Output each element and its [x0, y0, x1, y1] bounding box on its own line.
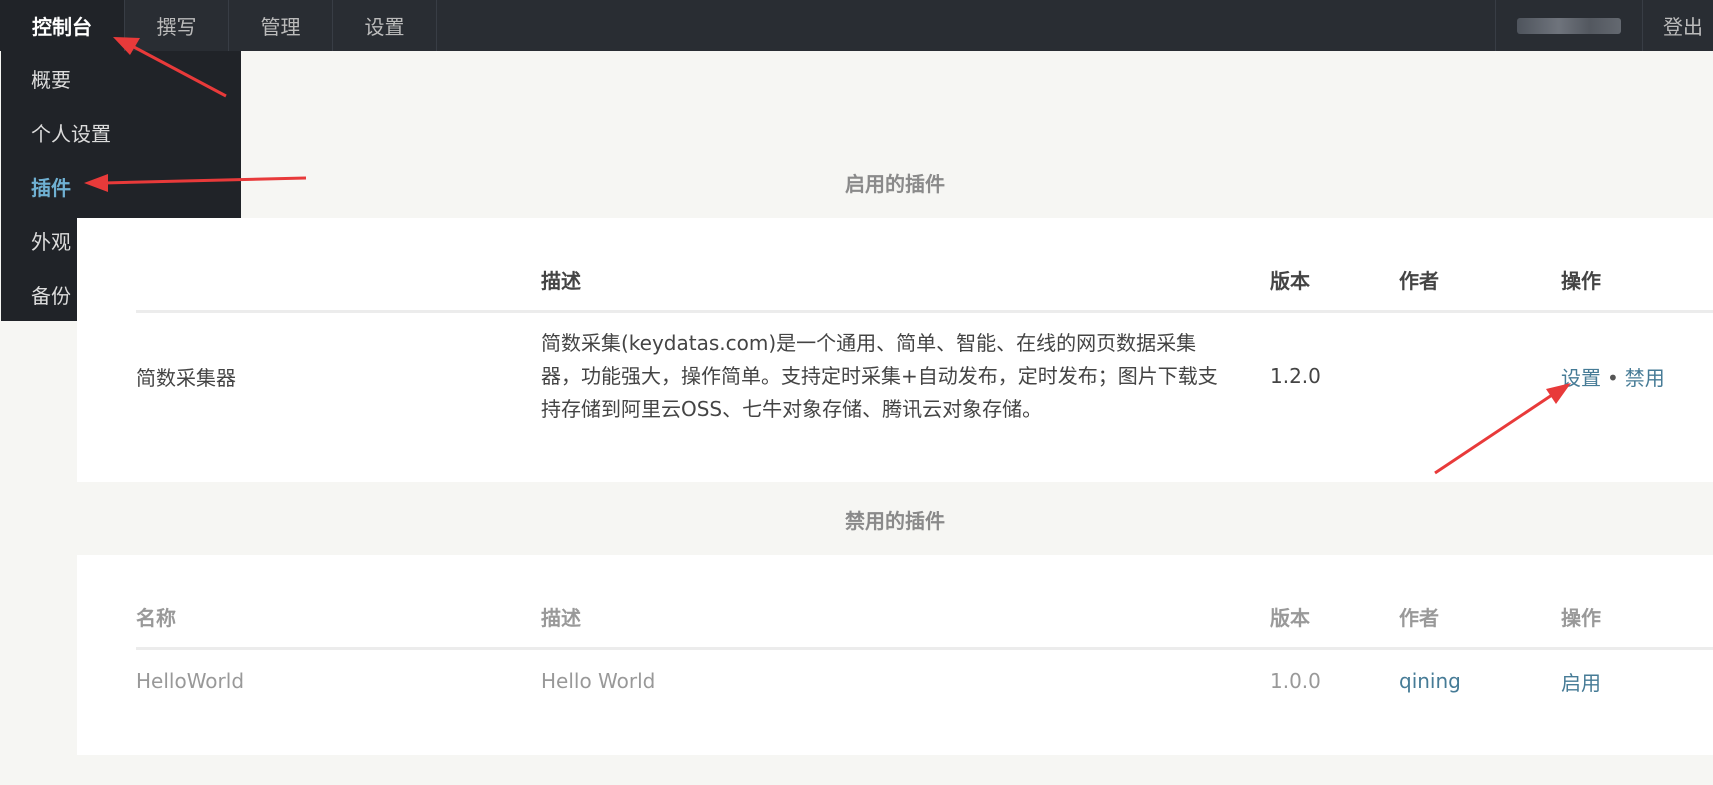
- plugin-description: Hello World: [541, 669, 656, 694]
- disabled-plugins-table: 名称 描述 版本 作者 操作 HelloWorld Hello World 1.…: [136, 585, 1713, 713]
- col-name-header: 名称: [136, 585, 541, 650]
- tab-settings[interactable]: 设置: [333, 0, 437, 51]
- plugin-actions: 启用: [1561, 649, 1713, 713]
- enabled-plugins-panel: 描述 版本 作者 操作 简数采集器 简数采集(keydatas.com)是一个通…: [77, 218, 1713, 482]
- plugin-name: HelloWorld: [136, 669, 245, 694]
- plugin-author: [1399, 312, 1561, 440]
- tab-write[interactable]: 撰写: [125, 0, 229, 51]
- col-version-header: 版本: [1270, 248, 1399, 313]
- col-author-header: 作者: [1399, 248, 1561, 313]
- table-row: 简数采集器 简数采集(keydatas.com)是一个通用、简单、智能、在线的网…: [136, 312, 1713, 440]
- menu-item-profile[interactable]: 个人设置: [1, 105, 241, 159]
- enable-link[interactable]: 启用: [1561, 671, 1601, 695]
- col-actions-header: 操作: [1561, 585, 1713, 650]
- menu-item-overview[interactable]: 概要: [1, 51, 241, 105]
- author-link[interactable]: qining: [1399, 669, 1461, 693]
- logout-link[interactable]: 登出: [1643, 0, 1713, 51]
- user-profile-link[interactable]: [1495, 0, 1643, 51]
- action-separator: •: [1607, 365, 1619, 390]
- plugin-version: 1.2.0: [1270, 364, 1321, 389]
- blurred-username: [1517, 17, 1621, 34]
- plugin-name: 简数采集器: [136, 365, 236, 390]
- enabled-plugins-title: 启用的插件: [845, 172, 945, 196]
- plugin-description: 简数采集(keydatas.com)是一个通用、简单、智能、在线的网页数据采集器…: [541, 330, 1218, 421]
- enabled-plugins-table: 描述 版本 作者 操作 简数采集器 简数采集(keydatas.com)是一个通…: [136, 248, 1713, 440]
- tab-manage[interactable]: 管理: [229, 0, 333, 51]
- settings-link[interactable]: 设置: [1561, 366, 1601, 390]
- col-actions-header: 操作: [1561, 248, 1713, 313]
- tab-dashboard[interactable]: 控制台: [0, 0, 125, 51]
- top-nav: 控制台 撰写 管理 设置 登出: [0, 0, 1713, 51]
- plugin-actions: 设置 • 禁用: [1561, 312, 1713, 440]
- table-header-row: 名称 描述 版本 作者 操作: [136, 585, 1713, 650]
- disabled-plugins-title: 禁用的插件: [845, 509, 945, 533]
- table-row: HelloWorld Hello World 1.0.0 qining 启用: [136, 649, 1713, 713]
- plugin-version: 1.0.0: [1270, 669, 1321, 694]
- disable-link[interactable]: 禁用: [1625, 366, 1665, 390]
- col-description-header: 描述: [541, 585, 1270, 650]
- col-version-header: 版本: [1270, 585, 1399, 650]
- col-author-header: 作者: [1399, 585, 1561, 650]
- disabled-plugins-panel: 名称 描述 版本 作者 操作 HelloWorld Hello World 1.…: [77, 555, 1713, 755]
- table-header-row: 描述 版本 作者 操作: [136, 248, 1713, 313]
- col-name-header: [136, 248, 541, 313]
- col-description-header: 描述: [541, 248, 1270, 313]
- plugin-author: qining: [1399, 649, 1561, 713]
